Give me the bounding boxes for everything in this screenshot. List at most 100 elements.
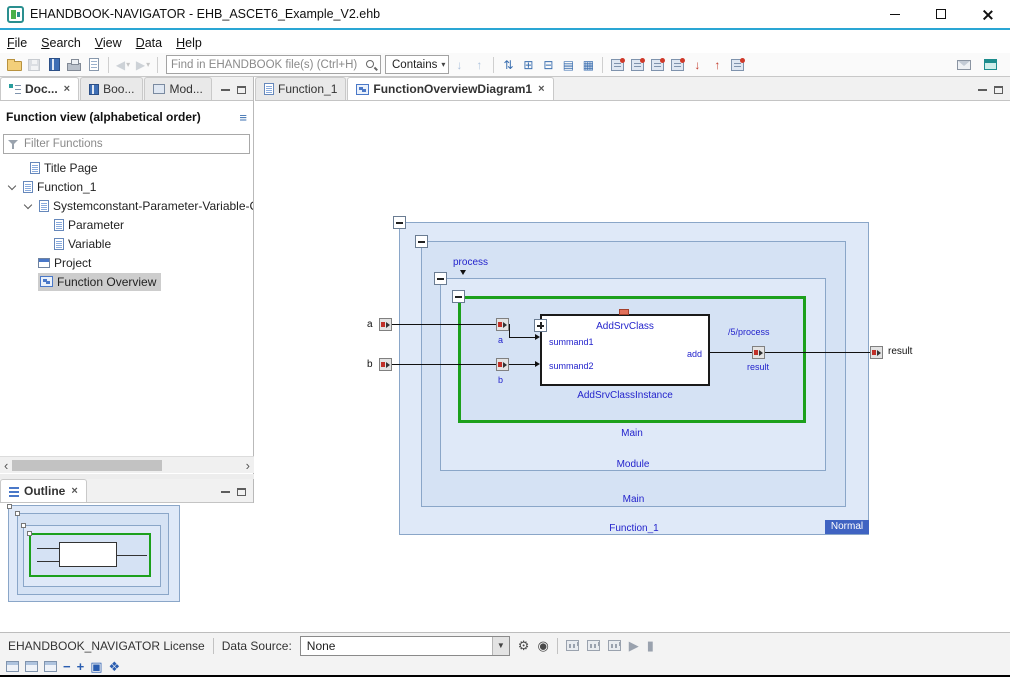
save-button[interactable] — [24, 55, 44, 75]
forward-button[interactable]: ▶▾ — [133, 55, 153, 75]
collapse-module-button[interactable] — [434, 272, 447, 285]
collapse-function-button[interactable] — [393, 216, 406, 229]
minimize-button[interactable] — [872, 0, 918, 28]
diagram-icon — [40, 276, 53, 287]
app-logo-icon — [7, 6, 24, 23]
signal-chart-icon[interactable] — [587, 640, 600, 651]
close-icon[interactable]: × — [71, 485, 77, 497]
settings-gear-icon[interactable]: ⚙ — [518, 638, 530, 654]
window-layout-button[interactable] — [954, 55, 974, 75]
menu-data[interactable]: Data — [129, 34, 169, 52]
back-button[interactable]: ◀▾ — [113, 55, 133, 75]
tab-function-overview-diagram[interactable]: FunctionOverviewDiagram1 × — [347, 77, 553, 100]
maximize-view-icon[interactable] — [237, 86, 246, 94]
tab-documents[interactable]: Doc... × — [0, 77, 79, 100]
tab-outline[interactable]: Outline × — [0, 479, 87, 502]
detach-panel-icon[interactable] — [44, 661, 57, 672]
chevron-down-icon[interactable] — [22, 199, 35, 212]
table-chart-icon[interactable] — [608, 640, 621, 651]
scroll-right-icon[interactable]: › — [246, 458, 254, 473]
sync-hierarchy-button[interactable]: ⇅ — [498, 55, 518, 75]
grid-view-button[interactable]: ▦ — [578, 55, 598, 75]
search-input[interactable] — [171, 59, 364, 71]
play-icon[interactable]: ▶ — [629, 638, 639, 654]
show-in-diagram-button[interactable] — [627, 55, 647, 75]
perspective-button[interactable] — [980, 55, 1000, 75]
menu-search[interactable]: Search — [34, 34, 88, 52]
link-editor-button[interactable] — [727, 55, 747, 75]
report-button[interactable] — [84, 55, 104, 75]
outline-thumbnail[interactable] — [8, 505, 180, 602]
collapse-all-button[interactable]: ⊟ — [538, 55, 558, 75]
chevron-down-icon[interactable]: ▼ — [492, 637, 509, 655]
scroll-left-icon[interactable]: ‹ — [0, 458, 8, 473]
contains-dropdown[interactable]: Contains ▾ — [385, 55, 449, 74]
block-title: AddSrvClass — [542, 321, 708, 332]
search-icon[interactable] — [364, 58, 378, 72]
menubar: File Search View Data Help — [0, 32, 1010, 53]
library-button[interactable] — [44, 55, 64, 75]
fit-view-icon[interactable]: ❖ — [108, 660, 120, 673]
menu-file[interactable]: File — [0, 34, 34, 52]
previous-marker-button[interactable]: ↑ — [707, 55, 727, 75]
addsrvclass-block[interactable]: AddSrvClass summand1 summand2 add — [540, 314, 710, 386]
expand-block-button[interactable] — [534, 319, 547, 332]
stop-icon[interactable]: ▮ — [647, 638, 654, 654]
tree-item-function-1[interactable]: Function_1 — [0, 177, 253, 196]
inner-port-b-icon[interactable] — [496, 358, 509, 371]
inner-port-result-icon[interactable] — [752, 346, 765, 359]
minimize-view-icon[interactable] — [221, 491, 230, 493]
collapse-main-inner-button[interactable] — [452, 290, 465, 303]
chevron-down-icon[interactable] — [6, 180, 19, 193]
split-panel-icon[interactable] — [25, 661, 38, 672]
tree-item-title-page[interactable]: Title Page — [0, 158, 253, 177]
zoom-out-icon[interactable]: − — [63, 660, 71, 673]
menu-view[interactable]: View — [88, 34, 129, 52]
collapse-main-outer-button[interactable] — [415, 235, 428, 248]
zoom-in-icon[interactable]: + — [77, 660, 85, 673]
tree-item-project[interactable]: Project — [0, 253, 253, 272]
tab-function-1[interactable]: Function_1 — [255, 77, 346, 100]
print-button[interactable] — [64, 55, 84, 75]
close-button[interactable] — [964, 0, 1010, 28]
list-view-button[interactable]: ▤ — [558, 55, 578, 75]
port-b-icon[interactable] — [379, 358, 392, 371]
tree-item-systemconstant[interactable]: Systemconstant-Parameter-Variable-C... — [0, 196, 253, 215]
tab-bookmarks[interactable]: Boo... — [80, 77, 143, 100]
next-marker-button[interactable]: ↓ — [687, 55, 707, 75]
tree-item-parameter[interactable]: Parameter — [0, 215, 253, 234]
visibility-eye-icon[interactable]: ◉ — [537, 638, 548, 654]
show-references-button[interactable] — [667, 55, 687, 75]
maximize-view-icon[interactable] — [994, 86, 1003, 94]
tree-item-variable[interactable]: Variable — [0, 234, 253, 253]
minimize-view-icon[interactable] — [221, 89, 230, 91]
close-icon[interactable]: × — [538, 83, 544, 95]
find-previous-button[interactable]: ↑ — [469, 55, 489, 75]
experiment-window-icon[interactable] — [566, 640, 579, 651]
scrollbar-thumb[interactable] — [12, 460, 162, 471]
tree-item-function-overview[interactable]: Function Overview — [0, 272, 253, 291]
datasource-dropdown[interactable]: None ▼ — [300, 636, 510, 656]
maximize-button[interactable] — [918, 0, 964, 28]
diagram-canvas[interactable]: Function_1 Main Module Main process AddS… — [255, 101, 1010, 632]
open-file-button[interactable] — [4, 55, 24, 75]
inner-port-a-icon[interactable] — [496, 318, 509, 331]
close-icon[interactable]: × — [64, 83, 70, 95]
zoom-original-icon[interactable]: ▣ — [90, 660, 102, 673]
minimize-view-icon[interactable] — [978, 89, 987, 91]
console-panel-icon[interactable] — [6, 661, 19, 672]
find-next-button[interactable]: ↓ — [449, 55, 469, 75]
port-result-icon[interactable] — [870, 346, 883, 359]
wire-arrow-icon — [535, 361, 540, 367]
filter-input[interactable] — [24, 138, 245, 150]
maximize-view-icon[interactable] — [237, 488, 246, 496]
horizontal-scrollbar[interactable]: ‹ › — [0, 456, 254, 473]
show-in-document-button[interactable] — [607, 55, 627, 75]
show-in-model-button[interactable] — [647, 55, 667, 75]
tab-models[interactable]: Mod... — [144, 77, 211, 100]
menu-help[interactable]: Help — [169, 34, 209, 52]
port-a-icon[interactable] — [379, 318, 392, 331]
expand-all-button[interactable]: ⊞ — [518, 55, 538, 75]
view-menu-icon[interactable]: ≡ — [239, 110, 247, 125]
diagram-icon — [356, 84, 369, 95]
